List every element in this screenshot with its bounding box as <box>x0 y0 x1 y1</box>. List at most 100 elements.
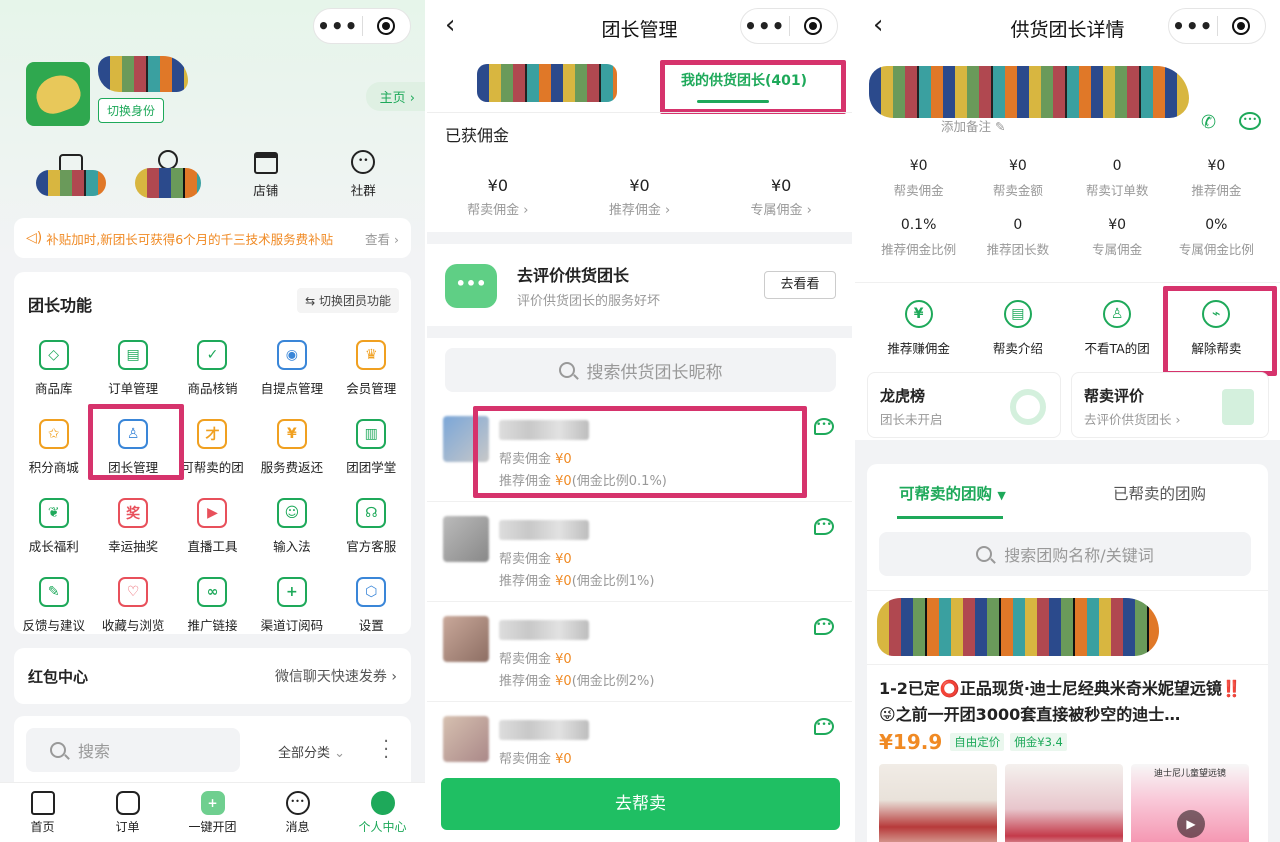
tab-home[interactable]: 首页 <box>0 783 85 842</box>
recommend-commission: 推荐佣金 ¥0(佣金比例1%) <box>499 570 654 589</box>
tab-messages[interactable]: ••• 消息 <box>255 783 340 842</box>
switch-member-button[interactable]: ⇆ 切换团员功能 <box>297 288 399 313</box>
mini-program-capsule[interactable]: ••• <box>1168 8 1266 44</box>
shortcut-shop[interactable]: 店铺 <box>217 150 315 210</box>
commission-value: ¥0 <box>555 674 572 689</box>
shortcut-wallet[interactable] <box>22 150 120 210</box>
search-input[interactable]: 搜索团购名称/关键词 <box>879 532 1251 576</box>
supplier-row[interactable]: 帮卖佣金 ¥0 推荐佣金 ¥0(佣金比例2%) ••• <box>427 602 852 702</box>
add-note-link[interactable]: 添加备注 ✎ <box>941 116 1005 135</box>
action-yen[interactable]: ¥ 推荐赚佣金 <box>869 300 968 357</box>
stat-value: 0 <box>1112 158 1122 174</box>
home-link[interactable]: 主页 › <box>365 82 425 111</box>
action-clipboard[interactable]: ▤ 帮卖介绍 <box>968 300 1067 357</box>
product-image[interactable]: 迪士尼儿童望远镜 ▶ <box>1131 764 1249 842</box>
avatar <box>443 516 489 562</box>
price-row: ¥19.9 自由定价 佣金¥3.4 <box>879 730 1067 754</box>
search-input[interactable]: 搜索供货团长昵称 <box>445 348 836 392</box>
notice-text: 补贴加时,新团长可获得6个月的千三技术服务费补贴 <box>46 231 334 247</box>
chat-icon[interactable]: ••• <box>1239 112 1261 130</box>
function-link[interactable]: ∞ 推广链接 <box>173 577 252 634</box>
product-image[interactable] <box>1005 764 1123 842</box>
function-leaf[interactable]: ❦ 成长福利 <box>14 498 93 555</box>
tab-open-group[interactable]: + 一键开团 <box>170 783 255 842</box>
function-live[interactable]: ▶ 直播工具 <box>173 498 252 555</box>
avatar[interactable] <box>26 62 90 126</box>
function-heart[interactable]: ♡ 收藏与浏览 <box>93 577 172 634</box>
function-fee-refund[interactable]: ¥ 服务费返还 <box>252 419 331 476</box>
personal-center-panel: ••• 切换身份 主页 › 店铺 •• 社群 ◁) 补贴加时,新团长可获得6个月… <box>0 0 425 842</box>
go-help-sell-button[interactable]: 去帮卖 <box>441 778 840 830</box>
plus-icon: + <box>200 791 225 815</box>
supplier-row[interactable]: 帮卖佣金 ¥0 推荐佣金 ¥0(佣金比例1%) ••• <box>427 502 852 602</box>
function-group-sell[interactable]: 才可帮卖的团 <box>173 419 252 476</box>
function-feedback[interactable]: ✎ 反馈与建议 <box>14 577 93 634</box>
play-icon[interactable]: ▶ <box>1177 810 1205 838</box>
phone-icon[interactable]: ✆ <box>1201 112 1216 133</box>
stat-label: 推荐佣金比例 <box>881 242 957 257</box>
notice-view-link[interactable]: 查看 › <box>365 229 399 248</box>
mini-program-capsule[interactable]: ••• <box>740 8 838 44</box>
review-card[interactable]: 帮卖评价 去评价供货团长 › <box>1071 372 1269 438</box>
shortcut-community[interactable]: •• 社群 <box>315 150 413 210</box>
function-cube[interactable]: ◇ 商品库 <box>14 340 93 397</box>
notice-bar[interactable]: ◁) 补贴加时,新团长可获得6个月的千三技术服务费补贴 查看 › <box>14 218 411 258</box>
function-qrcode[interactable]: + 渠道订阅码 <box>252 577 331 634</box>
chat-icon[interactable]: ••• <box>814 418 834 435</box>
switch-identity-button[interactable]: 切换身份 <box>98 98 165 123</box>
function-headset[interactable]: ☊ 官方客服 <box>332 498 411 555</box>
more-icon[interactable]: ••• <box>741 14 789 38</box>
review-button[interactable]: 去看看 <box>764 271 836 299</box>
chat-icon[interactable]: ••• <box>814 518 834 535</box>
function-label: 团团学堂 <box>346 460 397 475</box>
stat-value: ¥0 <box>487 176 509 195</box>
highlight-box <box>1163 286 1277 376</box>
function-points[interactable]: ✩ 积分商城 <box>14 419 93 476</box>
tab-redacted[interactable] <box>477 64 617 102</box>
function-lottery[interactable]: 奖幸运抽奖 <box>93 498 172 555</box>
function-label: 商品核销 <box>187 381 238 396</box>
function-verify[interactable]: ✓ 商品核销 <box>173 340 252 397</box>
stat-exclusive[interactable]: ¥0 专属佣金 › <box>710 176 852 218</box>
category-dropdown[interactable]: 全部分类 ⌄ <box>278 742 345 761</box>
chat-icon[interactable]: ••• <box>814 718 834 735</box>
ranking-card[interactable]: 龙虎榜 团长未开启 <box>867 372 1061 438</box>
tab-profile[interactable]: 个人中心 <box>340 783 425 842</box>
mini-program-capsule[interactable]: ••• <box>313 8 411 44</box>
commission-label: 帮卖佣金 <box>499 752 552 767</box>
redpacket-link[interactable]: 微信聊天快速发券 › <box>275 666 397 686</box>
commission-value: ¥0 <box>555 652 572 667</box>
shortcut-shop-label: 店铺 <box>253 183 279 198</box>
close-record-icon[interactable] <box>1218 17 1266 35</box>
function-order[interactable]: ▤ 订单管理 <box>93 340 172 397</box>
function-pickup-pin[interactable]: ◉ 自提点管理 <box>252 340 331 397</box>
chat-icon[interactable]: ••• <box>814 618 834 635</box>
more-vertical-icon[interactable]: · · · <box>383 733 389 767</box>
more-icon[interactable]: ••• <box>314 14 362 38</box>
tab-messages-label: 消息 <box>285 820 310 834</box>
stat-recommend[interactable]: ¥0 推荐佣金 › <box>569 176 711 218</box>
stat-label: 帮卖佣金 <box>893 183 944 198</box>
function-book[interactable]: ▥ 团团学堂 <box>332 419 411 476</box>
tab-can-help-sell[interactable]: 可帮卖的团购 ▼ <box>899 482 1006 504</box>
close-record-icon[interactable] <box>363 17 411 35</box>
close-record-icon[interactable] <box>790 17 838 35</box>
tab-already-help-sell[interactable]: 已帮卖的团购 <box>1113 482 1206 504</box>
stat-help-sell[interactable]: ¥0 帮卖佣金 › <box>427 176 569 218</box>
product-image[interactable] <box>879 764 997 842</box>
function-crown[interactable]: ♛ 会员管理 <box>332 340 411 397</box>
more-icon[interactable]: ••• <box>1169 14 1217 38</box>
function-input-method[interactable]: ☺ 输入法 <box>252 498 331 555</box>
product-title[interactable]: 1-2已定⭕正品现货·迪士尼经典米奇米妮望远镜‼️ 😜之前一开团3000套直接被… <box>879 676 1249 728</box>
tab-orders[interactable]: 订单 <box>85 783 170 842</box>
avatar <box>443 716 489 762</box>
redpacket-center-row[interactable]: 红包中心 微信聊天快速发券 › <box>14 648 411 704</box>
shortcut-profile[interactable] <box>120 150 218 210</box>
action-hide-user[interactable]: ♙ 不看TA的团 <box>1068 300 1167 357</box>
review-card-subtitle: 去评价供货团长 › <box>1084 412 1181 427</box>
stat-item: ¥0 推荐佣金 <box>1167 158 1266 199</box>
community-icon: •• <box>351 150 376 174</box>
function-settings[interactable]: ⬡ 设置 <box>332 577 411 634</box>
review-title: 去评价供货团长 <box>517 266 630 285</box>
search-input[interactable]: 搜索 <box>26 728 240 772</box>
